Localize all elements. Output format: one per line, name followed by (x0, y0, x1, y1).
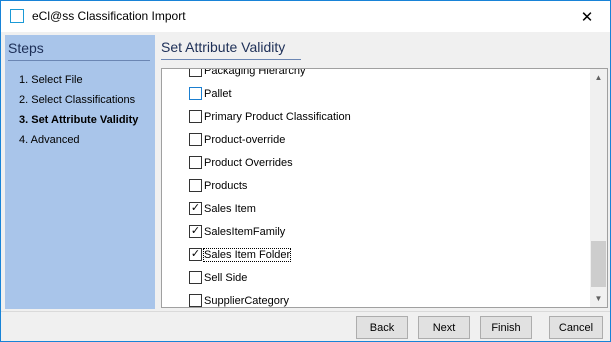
checklist-items: Packaging Hierarchy Pallet Primary Product… (162, 68, 590, 307)
checkbox[interactable] (189, 110, 202, 123)
checklist-item[interactable]: Primary Product Classification (162, 105, 590, 128)
page-title: Set Attribute Validity (161, 39, 286, 55)
checklist-item[interactable]: SupplierCategory (162, 289, 590, 307)
window-title: eCl@ss Classification Import (32, 9, 186, 23)
checkbox[interactable] (189, 87, 202, 100)
window-square-icon (10, 9, 24, 23)
close-button[interactable]: ✕ (564, 1, 610, 32)
checklist-item-label: Primary Product Classification (204, 110, 351, 123)
scrollbar-thumb[interactable] (591, 241, 606, 287)
step-select-file: 1. Select File (19, 74, 83, 86)
steps-sidebar: Steps 1. Select File 2. Select Classific… (5, 35, 155, 309)
checklist-item-label: Products (204, 179, 248, 192)
checkbox[interactable] (189, 133, 202, 146)
page-title-divider (161, 59, 301, 60)
checkmark-icon: ✓ (190, 202, 201, 214)
checkbox[interactable]: ✓ (189, 248, 202, 261)
attribute-checklist[interactable]: Packaging Hierarchy Pallet Primary Product… (161, 68, 608, 308)
checkmark-icon: ✓ (190, 248, 201, 260)
checkbox[interactable]: ✓ (189, 225, 202, 238)
checkmark-icon: ✓ (190, 225, 201, 237)
checklist-item[interactable]: ✓ Sales Item (162, 197, 590, 220)
checkbox[interactable] (189, 179, 202, 192)
checklist-item[interactable]: Pallet (162, 82, 590, 105)
checklist-item-label: SupplierCategory (204, 294, 289, 307)
checklist-item-label: SalesItemFamily (204, 225, 286, 238)
import-dialog: eCl@ss Classification Import ✕ Steps 1. … (0, 0, 611, 342)
step-set-attribute-validity: 3. Set Attribute Validity (19, 114, 139, 126)
checkbox[interactable] (189, 156, 202, 169)
checkbox[interactable] (189, 294, 202, 307)
finish-button[interactable]: Finish (480, 316, 532, 339)
checklist-item[interactable]: Product-override (162, 128, 590, 151)
checklist-item-label: Product Overrides (204, 156, 293, 169)
checkbox[interactable] (189, 271, 202, 284)
checklist-item-label: Sell Side (204, 271, 248, 284)
checklist-item[interactable]: ✓ Sales Item Folder (162, 243, 590, 266)
checklist-item-label: Pallet (204, 87, 232, 100)
next-button[interactable]: Next (418, 316, 470, 339)
steps-heading: Steps (8, 40, 44, 56)
checklist-item[interactable]: Packaging Hierarchy (162, 68, 590, 82)
back-button[interactable]: Back (356, 316, 408, 339)
step-select-classifications: 2. Select Classifications (19, 94, 136, 106)
checklist-item-label: Product-override (204, 133, 286, 146)
checkbox[interactable] (189, 69, 202, 77)
checklist-item-label: Packaging Hierarchy (204, 68, 306, 77)
checklist-item-label: Sales Item (204, 202, 256, 215)
checklist-item[interactable]: Product Overrides (162, 151, 590, 174)
scroll-down-icon[interactable]: ▼ (590, 290, 607, 307)
footer-divider (1, 311, 610, 312)
steps-list: 1. Select File 2. Select Classifications… (19, 70, 138, 150)
checklist-item[interactable]: Sell Side (162, 266, 590, 289)
steps-divider (8, 60, 150, 61)
vertical-scrollbar[interactable]: ▲ ▼ (590, 69, 607, 307)
step-advanced: 4. Advanced (19, 134, 80, 146)
close-icon: ✕ (580, 8, 594, 26)
checklist-item[interactable]: ✓ SalesItemFamily (162, 220, 590, 243)
checkbox[interactable]: ✓ (189, 202, 202, 215)
checklist-item-label: Sales Item Folder (202, 247, 292, 262)
scroll-up-icon[interactable]: ▲ (590, 69, 607, 86)
cancel-button[interactable]: Cancel (549, 316, 603, 339)
title-bar: eCl@ss Classification Import ✕ (1, 1, 610, 32)
checklist-item[interactable]: Products (162, 174, 590, 197)
